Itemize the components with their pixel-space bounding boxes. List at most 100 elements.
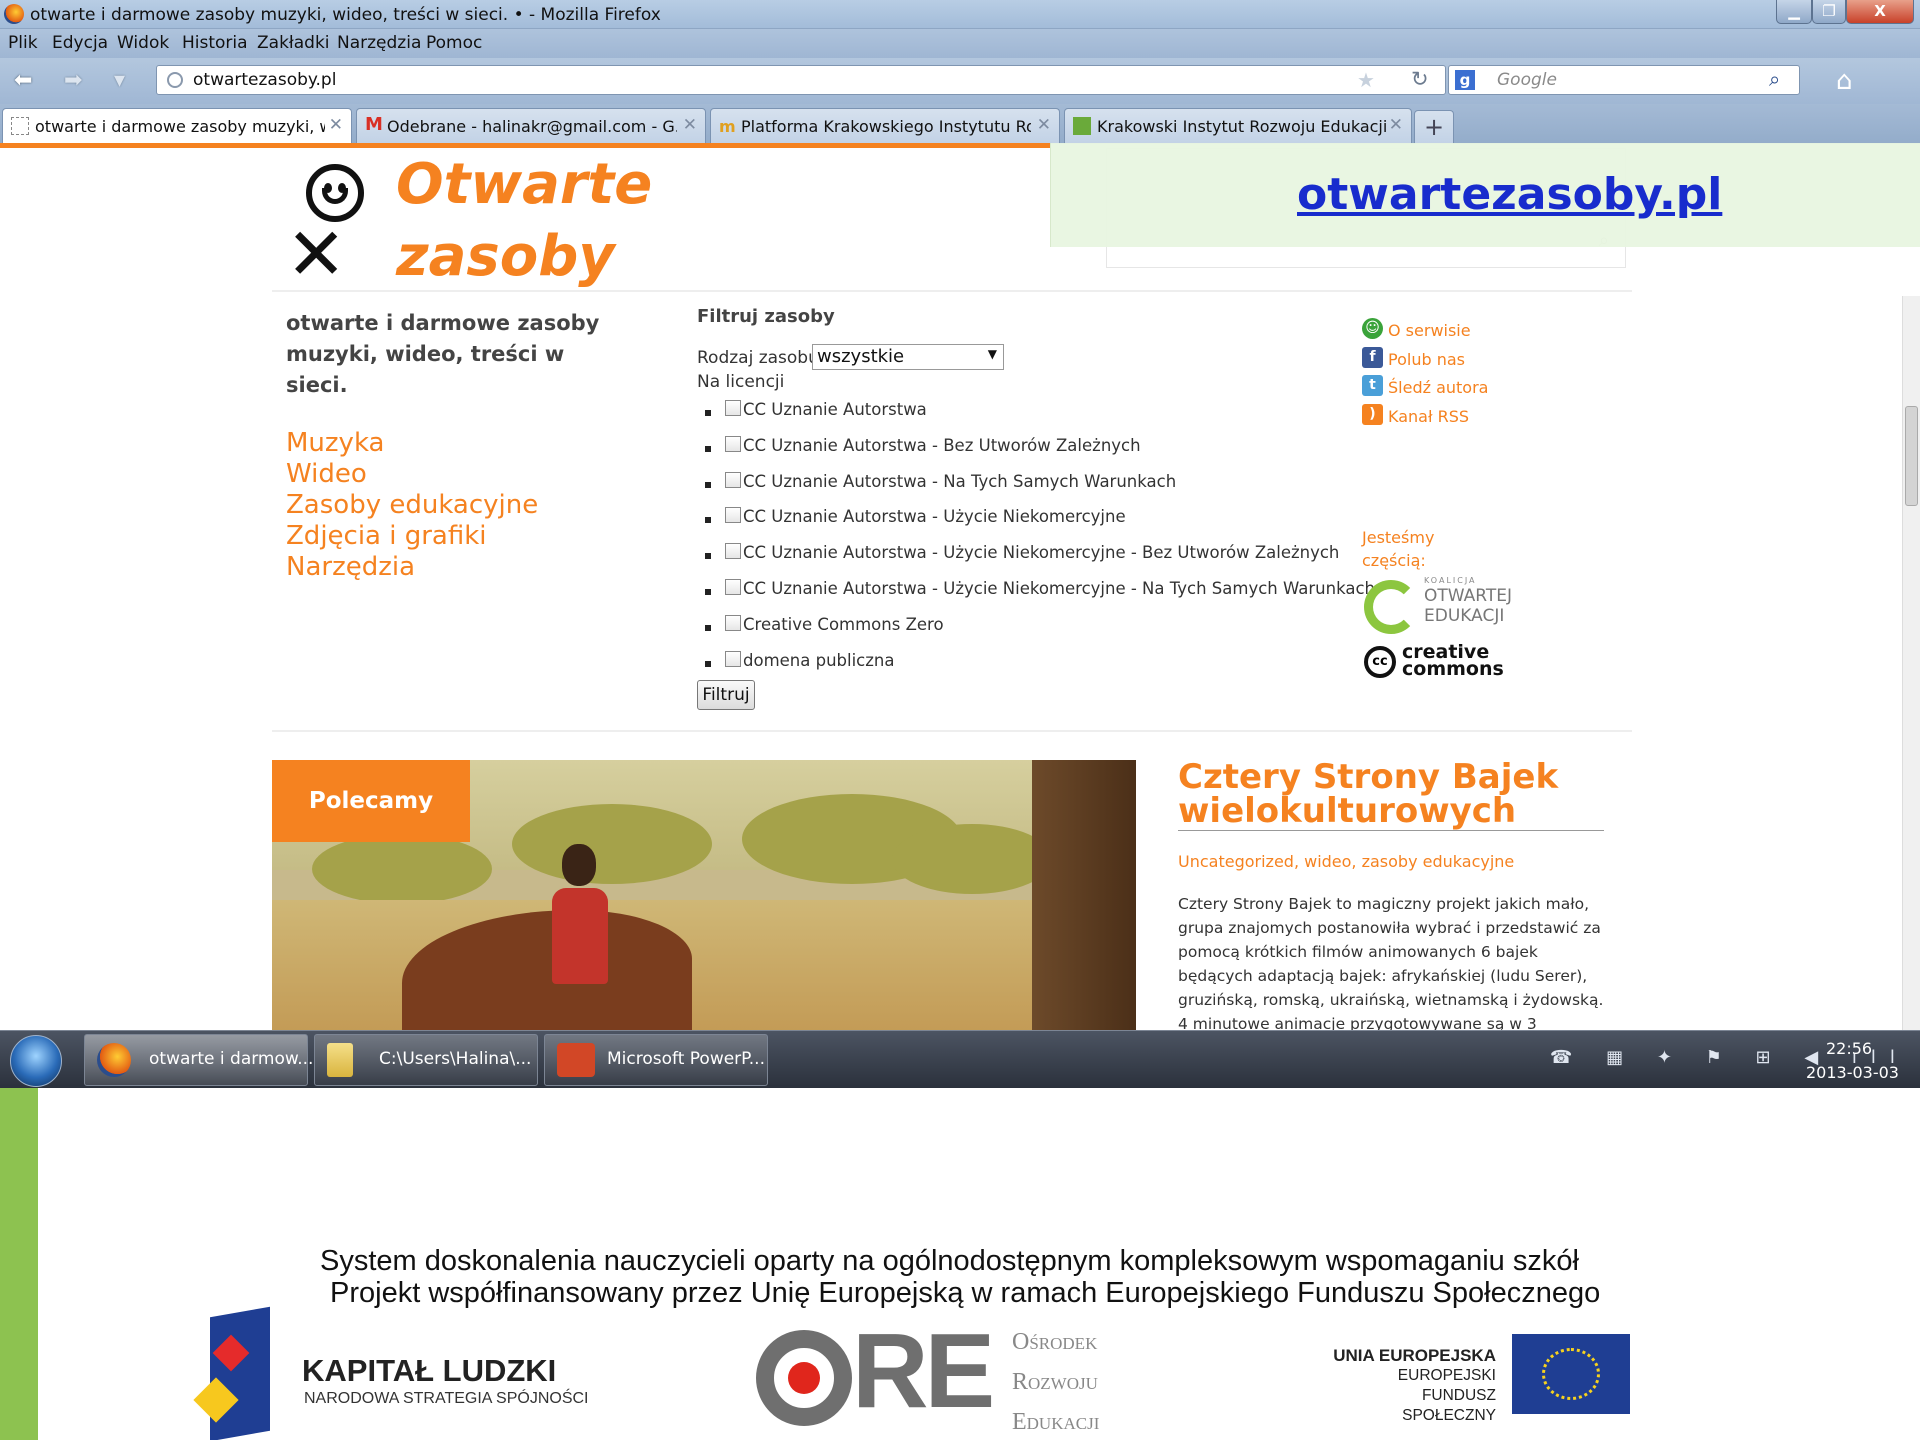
tab-label: Odebrane - halinakr@gmail.com - G... <box>387 117 677 136</box>
license-checkbox[interactable] <box>725 614 741 631</box>
scrollbar-thumb[interactable] <box>1905 406 1918 506</box>
category-zasoby-edukacyjne[interactable]: Zasoby edukacyjne <box>286 490 538 521</box>
site-tagline: otwarte i darmowe zasoby muzyki, wideo, … <box>286 311 600 397</box>
license-checkbox[interactable] <box>725 435 741 452</box>
license-checkbox[interactable] <box>725 650 741 667</box>
reload-icon[interactable]: ↻ <box>1411 67 1429 91</box>
home-icon[interactable]: ⌂ <box>1836 66 1853 96</box>
clock-date[interactable]: 2013-03-03 <box>1806 1063 1899 1082</box>
article-title[interactable]: Cztery Strony Bajek wielokulturowych <box>1178 760 1608 828</box>
license-checkbox[interactable] <box>725 543 741 560</box>
license-checkbox[interactable] <box>725 578 741 595</box>
menu-historia[interactable]: Historia <box>182 33 248 53</box>
menu-pomoc[interactable]: Pomoc <box>426 33 482 53</box>
creative-commons-logo[interactable]: cc creative commons <box>1364 641 1504 684</box>
license-label-text: domena publiczna <box>743 650 895 670</box>
link-label[interactable]: Kanał RSS <box>1388 407 1469 426</box>
web-page: ✕ Otwarte zasoby ⌕ otwarte i darmowe zas… <box>0 148 1920 1032</box>
windows-taskbar: otwarte i darmow... C:\Users\Halina\... … <box>0 1030 1920 1088</box>
powerpoint-icon <box>557 1043 595 1077</box>
link-label[interactable]: O serwisie <box>1388 321 1471 340</box>
smiley-icon: ☺ <box>1362 318 1383 339</box>
eu-flag-icon <box>1512 1334 1630 1414</box>
cc-name: creative commons <box>1402 641 1504 680</box>
category-muzyka[interactable]: Muzyka <box>286 428 538 459</box>
back-icon[interactable]: ⬅ <box>14 68 32 93</box>
koalicja-otwartej-edukacji-logo[interactable]: KOALICJA OTWARTEJ EDUKACJI <box>1364 576 1512 636</box>
logo-text-line1[interactable]: Otwarte <box>396 152 652 217</box>
clock-time[interactable]: 22:56 <box>1826 1039 1872 1058</box>
forward-icon[interactable]: ➡ <box>64 68 82 93</box>
logo-text-line2[interactable]: zasoby <box>396 224 615 289</box>
maximize-button[interactable]: ❐ <box>1812 0 1846 24</box>
menu-plik[interactable]: Plik <box>8 33 38 53</box>
navigation-toolbar: ⬅ ➡ ▾ otwartezasoby.pl ★ ↻ g Google ⌕ ⌂ <box>0 58 1920 104</box>
koalicja-c-icon <box>1364 580 1418 634</box>
taskbar-label: otwarte i darmow... <box>149 1049 314 1069</box>
article-categories[interactable]: Uncategorized, wideo, zasoby edukacyjne <box>1178 852 1514 871</box>
search-placeholder[interactable]: Google <box>1497 70 1557 90</box>
license-checkbox[interactable] <box>725 471 741 488</box>
tab-platforma[interactable]: m Platforma Krakowskiego Instytutu Ro...… <box>710 108 1060 144</box>
menu-narzedzia[interactable]: Narzędzia <box>337 33 421 53</box>
eu-text: UNIA EUROPEJSKA EUROPEJSKI FUNDUSZ SPOŁE… <box>1330 1346 1496 1426</box>
close-button[interactable]: X <box>1846 0 1914 24</box>
tab-gmail[interactable]: M Odebrane - halinakr@gmail.com - G... ✕ <box>356 108 706 144</box>
url-text[interactable]: otwartezasoby.pl <box>193 70 336 90</box>
tab-kire[interactable]: Krakowski Instytut Rozwoju Edukacji ... … <box>1064 108 1412 144</box>
search-icon[interactable]: ⌕ <box>1769 67 1780 91</box>
close-tab-icon[interactable]: ✕ <box>1389 115 1403 135</box>
resource-type-value[interactable]: wszystkie <box>817 346 904 367</box>
page-scrollbar[interactable] <box>1902 296 1920 1032</box>
tab-bar: otwarte i darmowe zasoby muzyki, wi... ✕… <box>0 104 1920 144</box>
license-checkbox[interactable] <box>725 400 741 416</box>
ore-line1: Ośrodek <box>1012 1329 1098 1355</box>
featured-badge: Polecamy <box>272 760 470 842</box>
license-label-text: CC Uznanie Autorstwa - Użycie Niekomercy… <box>743 543 1340 563</box>
resource-type-select[interactable]: wszystkie ▼ <box>812 344 1004 370</box>
close-tab-icon[interactable]: ✕ <box>683 115 697 135</box>
google-engine-icon[interactable]: g <box>1455 70 1475 90</box>
resource-type-label: Rodzaj zasobu <box>697 348 819 368</box>
license-label-text: Creative Commons Zero <box>743 614 944 634</box>
ore-name: Ośrodek Rozwoju Edukacji <box>1012 1322 1099 1440</box>
menu-edycja[interactable]: Edycja <box>52 33 108 53</box>
license-label-text: CC Uznanie Autorstwa - Użycie Niekomercy… <box>743 578 1375 598</box>
bookmark-star-icon[interactable]: ★ <box>1357 68 1375 92</box>
taskbar-powerpoint[interactable]: Microsoft PowerP... <box>544 1034 768 1086</box>
category-narzedzia[interactable]: Narzędzia <box>286 552 538 583</box>
footer-line2: Projekt współfinansowany przez Unię Euro… <box>330 1277 1601 1309</box>
close-tab-icon[interactable]: ✕ <box>329 115 343 135</box>
category-wideo[interactable]: Wideo <box>286 459 538 490</box>
address-bar[interactable]: otwartezasoby.pl ★ ↻ <box>156 65 1446 95</box>
chevron-down-icon[interactable]: ▼ <box>988 347 997 361</box>
filter-submit-button[interactable]: Filtruj <box>697 680 755 710</box>
minimize-button[interactable]: ▁ <box>1776 0 1812 24</box>
taskbar-firefox[interactable]: otwarte i darmow... <box>84 1034 313 1086</box>
firefox-window: otwarte i darmowe zasoby muzyki, wideo, … <box>0 0 1920 1032</box>
new-tab-button[interactable]: + <box>1414 110 1454 144</box>
page-icon <box>11 117 29 135</box>
taskbar-explorer[interactable]: C:\Users\Halina\... <box>314 1034 538 1086</box>
partners-label: Jesteśmy częścią: <box>1362 528 1435 570</box>
start-button[interactable] <box>10 1035 62 1087</box>
eu-line3: FUNDUSZ SPOŁECZNY <box>1402 1387 1496 1424</box>
menu-widok[interactable]: Widok <box>117 33 169 53</box>
category-zdjecia-i-grafiki[interactable]: Zdjęcia i grafiki <box>286 521 538 552</box>
bullet-icon <box>705 517 711 524</box>
site-identity-icon[interactable] <box>167 72 183 88</box>
site-url-link[interactable]: otwartezasoby.pl <box>1297 169 1722 220</box>
ore-o-icon <box>756 1330 852 1426</box>
tab-otwartezasoby[interactable]: otwarte i darmowe zasoby muzyki, wi... ✕ <box>2 108 352 144</box>
history-icon[interactable]: ▾ <box>114 68 125 93</box>
link-label[interactable]: Śledź autora <box>1388 378 1488 397</box>
close-tab-icon[interactable]: ✕ <box>1037 115 1051 135</box>
tab-label: Platforma Krakowskiego Instytutu Ro... <box>741 117 1031 136</box>
menu-zakladki[interactable]: Zakładki <box>257 33 330 53</box>
license-checkbox[interactable] <box>725 507 741 524</box>
link-label[interactable]: Polub nas <box>1388 350 1465 369</box>
footer-line1: System doskonalenia nauczycieli oparty n… <box>320 1245 1579 1277</box>
search-box[interactable]: g Google ⌕ <box>1448 65 1800 95</box>
title-bar: otwarte i darmowe zasoby muzyki, wideo, … <box>0 0 1920 29</box>
category-menu: Muzyka Wideo Zasoby edukacyjne Zdjęcia i… <box>286 428 538 583</box>
